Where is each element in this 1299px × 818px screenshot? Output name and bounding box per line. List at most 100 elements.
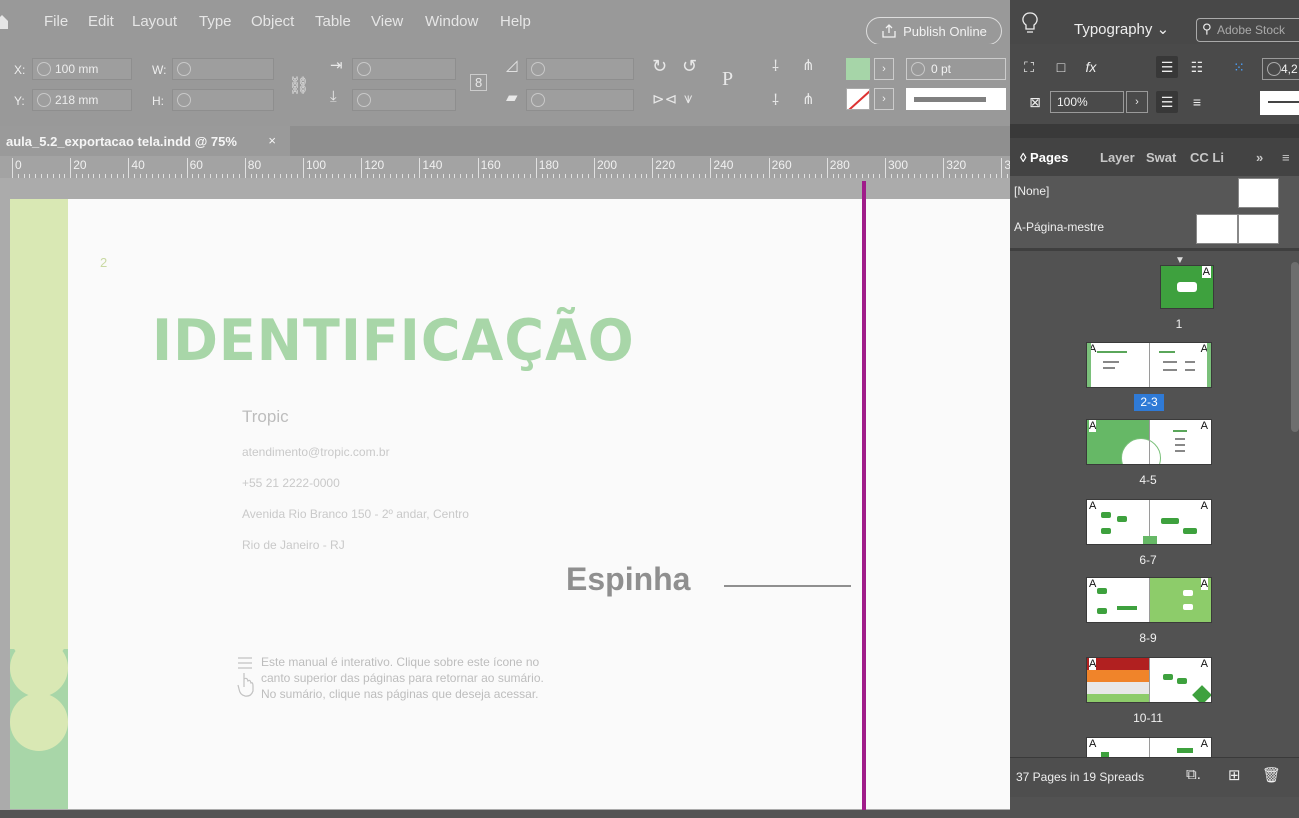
distribute-icon[interactable]: ⁙: [1228, 56, 1250, 78]
thumb-logo: [1097, 588, 1107, 594]
menu-object[interactable]: Object: [251, 13, 294, 30]
menu-type[interactable]: Type: [199, 13, 232, 30]
spread-label-8-9[interactable]: 8-9: [1128, 631, 1168, 645]
fill-dropdown[interactable]: ›: [874, 58, 894, 80]
leading-field[interactable]: 4,2: [1262, 58, 1299, 80]
select-content-icon[interactable]: ⸸: [772, 90, 779, 110]
control-panel: X: 100 mm Y: 218 mm W: H: ⛓ ⇥ ⤓ 8 ◿ ▰ ↻ …: [0, 44, 1010, 126]
stroke-style-preview[interactable]: [1260, 91, 1299, 115]
flip-horizontal-icon[interactable]: ⊳⊲: [652, 90, 677, 108]
link-scale-icon[interactable]: 8: [470, 74, 488, 91]
ruler-tick: [128, 158, 130, 178]
document-page[interactable]: 2 IDENTIFICAÇÃO Tropic atendimento@tropi…: [10, 199, 1010, 809]
pages-list[interactable]: ▼ A 1 A A 2-3 A A 4-5 A A 6-7 A A 8-9 A …: [1010, 251, 1299, 757]
rotate-ccw-icon[interactable]: ↺: [682, 56, 697, 77]
menu-table[interactable]: Table: [315, 13, 351, 30]
h-field[interactable]: [172, 89, 274, 111]
w-field[interactable]: [172, 58, 274, 80]
menu-view[interactable]: View: [371, 13, 403, 30]
spread-12-13-thumb[interactable]: A A: [1086, 737, 1212, 757]
master-letter: A: [1200, 738, 1208, 750]
zoom-field[interactable]: 100%: [1050, 91, 1124, 113]
scale-y-field[interactable]: [352, 89, 456, 111]
zoom-dropdown[interactable]: ›: [1126, 91, 1148, 113]
stepper-icon: [357, 93, 371, 107]
indesign-window: File Edit Layout Type Object Table View …: [0, 0, 1299, 818]
tab-pages[interactable]: ◊ Pages: [1020, 150, 1068, 165]
x-field[interactable]: 100 mm: [32, 58, 132, 80]
workspace-switcher[interactable]: Typography ⌄: [1074, 20, 1169, 38]
spread-label-6-7[interactable]: 6-7: [1128, 553, 1168, 567]
fit-icon[interactable]: ⊠: [1024, 91, 1046, 113]
thumb-logo: [1183, 528, 1197, 534]
frame-icon[interactable]: □: [1050, 56, 1072, 78]
y-field[interactable]: 218 mm: [32, 89, 132, 111]
tab-layers[interactable]: Layer: [1100, 150, 1135, 165]
menu-file[interactable]: File: [44, 13, 68, 30]
spread-label-2-3[interactable]: 2-3: [1134, 394, 1164, 411]
horizontal-ruler[interactable]: 0 20 40 60 80 100 120 140 160 180 200 220 240 260 280 3…: [0, 156, 1011, 178]
justify-last-icon[interactable]: ≡: [1186, 91, 1208, 113]
scale-y-icon: ⤓: [330, 88, 337, 105]
delete-page-icon[interactable]: 🗑: [1262, 766, 1281, 784]
shear-field[interactable]: [526, 89, 634, 111]
stroke-weight-field[interactable]: 0 pt: [906, 58, 1006, 80]
edit-page-size-icon[interactable]: ⧉.: [1186, 766, 1201, 783]
spread-label-4-5[interactable]: 4-5: [1128, 473, 1168, 487]
menu-window[interactable]: Window: [425, 13, 478, 30]
spread-6-7-thumb[interactable]: A A: [1086, 499, 1212, 545]
menu-help[interactable]: Help: [500, 13, 531, 30]
publish-online-button[interactable]: Publish Online: [866, 17, 1002, 45]
rotation-field[interactable]: [526, 58, 634, 80]
spine-guide[interactable]: [862, 181, 866, 818]
tab-cc-libraries[interactable]: CC Li: [1190, 150, 1224, 165]
frame-fitting-icon[interactable]: ⛶: [1018, 56, 1040, 78]
menu-edit[interactable]: Edit: [88, 13, 114, 30]
more-tabs-icon[interactable]: »: [1256, 150, 1263, 165]
master-none[interactable]: [None]: [1014, 184, 1049, 198]
ruler-tick: [885, 158, 886, 178]
panel-menu-icon[interactable]: ≡: [1282, 150, 1290, 165]
stroke-swatch[interactable]: [846, 88, 870, 110]
master-a-right-thumb[interactable]: [1238, 214, 1279, 244]
home-icon[interactable]: [0, 15, 8, 29]
stroke-dropdown[interactable]: ›: [874, 88, 894, 110]
spread-1-thumb[interactable]: A: [1160, 265, 1214, 309]
new-page-icon[interactable]: ⊞: [1228, 766, 1241, 784]
spread-label-10-11[interactable]: 10-11: [1128, 711, 1168, 725]
spread-label-1[interactable]: 1: [1159, 317, 1199, 331]
spread-4-5-thumb[interactable]: A A: [1086, 419, 1212, 465]
reference-point-icon[interactable]: P: [722, 68, 733, 91]
rotate-cw-icon[interactable]: ↻: [652, 56, 667, 77]
close-icon[interactable]: ×: [268, 133, 276, 148]
flip-vertical-icon[interactable]: ⩛: [684, 90, 692, 107]
spread-2-3-thumb[interactable]: A A: [1086, 342, 1212, 388]
pasteboard[interactable]: 2 IDENTIFICAÇÃO Tropic atendimento@tropi…: [0, 178, 1010, 818]
lightbulb-icon[interactable]: [1022, 12, 1038, 34]
constrain-proportions-icon[interactable]: ⛓: [288, 76, 310, 96]
tab-swatches[interactable]: Swat: [1146, 150, 1176, 165]
select-container-icon[interactable]: ⸸: [772, 56, 779, 76]
scale-x-field[interactable]: [352, 58, 456, 80]
stock-search-input[interactable]: ⚲ Adobe Stock: [1196, 18, 1299, 42]
align-right-icon[interactable]: ☷: [1186, 56, 1208, 78]
select-previous-icon[interactable]: ⋔: [802, 56, 815, 74]
thumb-band-green: [1087, 694, 1150, 702]
spread-8-9-thumb[interactable]: A A: [1086, 577, 1212, 623]
select-next-icon[interactable]: ⋔: [802, 90, 815, 108]
workspace-label: Typography: [1074, 21, 1153, 38]
master-a-left-thumb[interactable]: [1196, 214, 1238, 244]
justify-icon[interactable]: ☰: [1156, 91, 1178, 113]
master-none-thumb[interactable]: [1238, 178, 1279, 208]
spread-10-11-thumb[interactable]: A A: [1086, 657, 1212, 703]
stepper-icon: [531, 93, 545, 107]
fill-swatch[interactable]: [846, 58, 870, 80]
menu-layout[interactable]: Layout: [132, 13, 177, 30]
pages-scrollbar[interactable]: [1291, 262, 1299, 432]
stroke-type-select[interactable]: [906, 88, 1006, 110]
master-a[interactable]: A-Página-mestre: [1014, 220, 1104, 234]
align-center-icon[interactable]: ☰: [1156, 56, 1178, 78]
menu-hand-icon[interactable]: [236, 655, 256, 697]
document-tab[interactable]: aula_5.2_exportacao tela.indd @ 75% ×: [0, 126, 290, 156]
effects-fx-icon[interactable]: fx: [1080, 56, 1102, 78]
